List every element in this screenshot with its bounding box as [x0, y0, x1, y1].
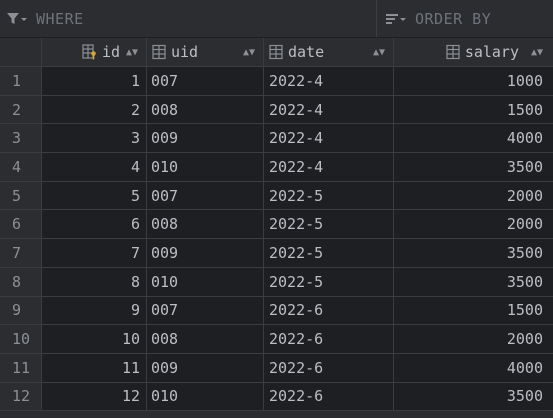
cell-uid[interactable]: 007	[147, 296, 264, 325]
table-row[interactable]: 1 1 007 2022-4 1000	[0, 67, 553, 96]
table-row[interactable]: 2 2 008 2022-4 1500	[0, 95, 553, 125]
column-header-salary[interactable]: salary ▲▼	[394, 38, 553, 66]
row-number[interactable]: 12	[0, 382, 42, 411]
cell-date[interactable]: 2022-4	[264, 153, 394, 181]
filter-icon	[6, 12, 28, 26]
cell-date[interactable]: 2022-4	[264, 124, 394, 153]
row-number[interactable]: 10	[0, 325, 42, 353]
order-by-label: ORDER BY	[415, 9, 492, 28]
cell-id[interactable]: 2	[42, 95, 147, 124]
cell-uid[interactable]: 008	[147, 210, 264, 239]
table-body: 1 1 007 2022-4 1000 2 2 008 2022-4 1500 3 3 009 2022-…	[0, 67, 553, 412]
row-number[interactable]: 4	[0, 153, 42, 181]
cell-date[interactable]: 2022-5	[264, 267, 394, 296]
column-header-date[interactable]: date ▲▼	[264, 38, 394, 66]
cell-id[interactable]: 7	[42, 239, 147, 267]
column-icon	[268, 44, 284, 60]
cell-date[interactable]: 2022-6	[264, 353, 394, 382]
row-number[interactable]: 11	[0, 353, 42, 382]
cell-date[interactable]: 2022-6	[264, 296, 394, 325]
row-number[interactable]: 3	[0, 124, 42, 153]
column-name-salary: salary	[464, 43, 519, 61]
cell-uid[interactable]: 010	[147, 382, 264, 411]
cell-uid[interactable]: 010	[147, 267, 264, 296]
column-name-uid: uid	[171, 43, 199, 61]
cell-id[interactable]: 10	[42, 325, 147, 353]
cell-uid[interactable]: 008	[147, 325, 264, 353]
cell-id[interactable]: 5	[42, 181, 147, 210]
table-row[interactable]: 10 10 008 2022-6 2000	[0, 325, 553, 354]
cell-date[interactable]: 2022-5	[264, 210, 394, 239]
cell-salary[interactable]: 1000	[394, 67, 553, 95]
sort-lines-icon	[385, 12, 407, 26]
where-label: WHERE	[36, 9, 84, 28]
cell-id[interactable]: 6	[42, 210, 147, 239]
cell-id[interactable]: 11	[42, 353, 147, 382]
primary-key-column-icon	[82, 44, 98, 60]
cell-salary[interactable]: 1500	[394, 96, 553, 124]
column-header-id[interactable]: id ▲▼	[42, 38, 147, 66]
cell-salary[interactable]: 3500	[394, 153, 553, 181]
sort-toggle-icon[interactable]: ▲▼	[243, 47, 255, 58]
cell-salary[interactable]: 4000	[394, 354, 553, 382]
cell-id[interactable]: 8	[42, 267, 147, 296]
row-number[interactable]: 7	[0, 239, 42, 267]
cell-uid[interactable]: 010	[147, 153, 264, 181]
cell-uid[interactable]: 007	[147, 67, 264, 95]
row-number[interactable]: 8	[0, 267, 42, 296]
sort-toggle-icon[interactable]: ▲▼	[126, 47, 138, 58]
cell-uid[interactable]: 009	[147, 353, 264, 382]
table-row[interactable]: 9 9 007 2022-6 1500	[0, 296, 553, 326]
cell-uid[interactable]: 009	[147, 124, 264, 153]
cell-date[interactable]: 2022-5	[264, 181, 394, 210]
cell-uid[interactable]: 007	[147, 181, 264, 210]
where-filter-field[interactable]: WHERE	[6, 0, 372, 37]
sort-toggle-icon[interactable]: ▲▼	[373, 47, 385, 58]
cell-id[interactable]: 4	[42, 153, 147, 181]
cell-date[interactable]: 2022-6	[264, 382, 394, 411]
cell-salary[interactable]: 2000	[394, 210, 553, 238]
column-icon	[151, 44, 167, 60]
cell-date[interactable]: 2022-4	[264, 95, 394, 124]
cell-salary[interactable]: 1500	[394, 297, 553, 325]
cell-date[interactable]: 2022-6	[264, 325, 394, 353]
row-number-header	[0, 38, 42, 66]
row-number[interactable]: 1	[0, 67, 42, 95]
cell-salary[interactable]: 3500	[394, 239, 553, 267]
table-row[interactable]: 6 6 008 2022-5 2000	[0, 210, 553, 240]
order-by-field[interactable]: ORDER BY	[376, 0, 553, 37]
table-row[interactable]: 12 12 010 2022-6 3500	[0, 382, 553, 412]
result-grid: id ▲▼ uid ▲▼ date ▲▼ salary ▲▼ 1 1 007 2…	[0, 38, 553, 412]
table-row[interactable]: 7 7 009 2022-5 3500	[0, 239, 553, 268]
cell-date[interactable]: 2022-4	[264, 67, 394, 95]
cell-date[interactable]: 2022-5	[264, 239, 394, 267]
filter-bar: WHERE ORDER BY	[0, 0, 553, 38]
row-number[interactable]: 5	[0, 181, 42, 210]
cell-salary[interactable]: 2000	[394, 325, 553, 353]
table-row[interactable]: 4 4 010 2022-4 3500	[0, 153, 553, 182]
cell-salary[interactable]: 3500	[394, 383, 553, 411]
table-row[interactable]: 8 8 010 2022-5 3500	[0, 267, 553, 297]
column-name-id: id	[101, 43, 120, 61]
cell-id[interactable]: 9	[42, 296, 147, 325]
header-row: id ▲▼ uid ▲▼ date ▲▼ salary ▲▼	[0, 38, 553, 67]
cell-salary[interactable]: 4000	[394, 124, 553, 152]
cell-uid[interactable]: 009	[147, 239, 264, 267]
column-header-uid[interactable]: uid ▲▼	[147, 38, 264, 66]
table-row[interactable]: 3 3 009 2022-4 4000	[0, 124, 553, 154]
cell-id[interactable]: 12	[42, 382, 147, 411]
sort-toggle-icon[interactable]: ▲▼	[531, 47, 543, 58]
cell-salary[interactable]: 3500	[394, 268, 553, 296]
cell-id[interactable]: 1	[42, 67, 147, 95]
column-name-date: date	[288, 43, 325, 61]
row-number[interactable]: 6	[0, 210, 42, 239]
table-row[interactable]: 11 11 009 2022-6 4000	[0, 353, 553, 383]
row-number[interactable]: 2	[0, 95, 42, 124]
cell-id[interactable]: 3	[42, 124, 147, 153]
row-number[interactable]: 9	[0, 296, 42, 325]
table-row[interactable]: 5 5 007 2022-5 2000	[0, 181, 553, 211]
cell-uid[interactable]: 008	[147, 95, 264, 124]
column-icon	[445, 44, 461, 60]
cell-salary[interactable]: 2000	[394, 182, 553, 210]
